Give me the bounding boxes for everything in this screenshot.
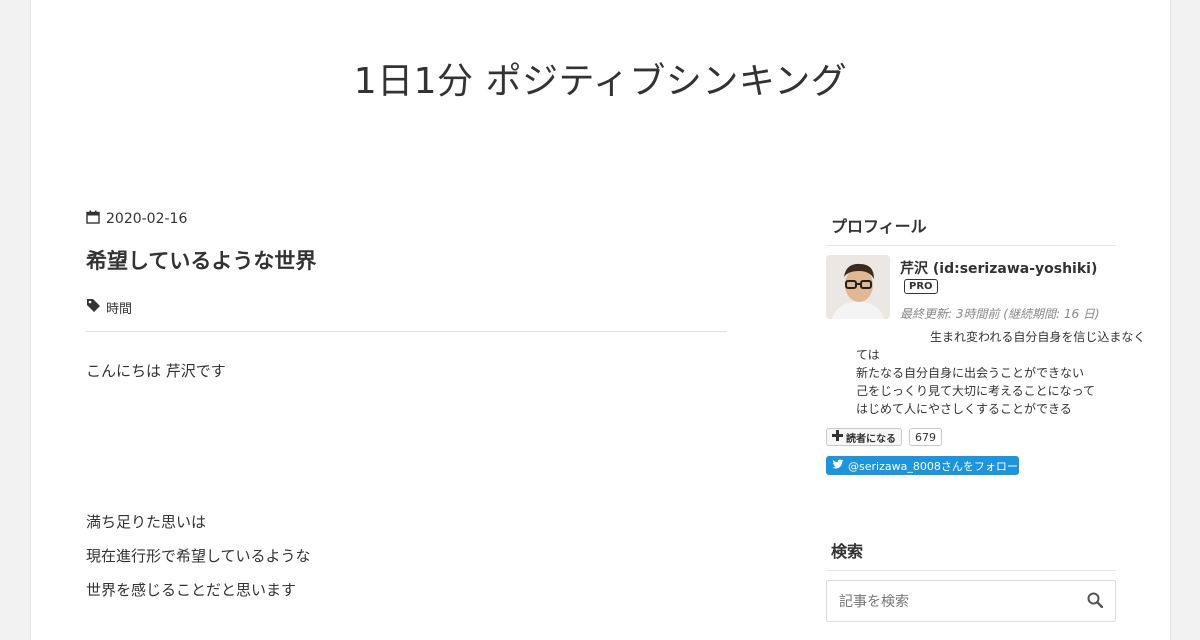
entry-title[interactable]: 希望しているような世界 — [86, 245, 316, 275]
entry-header-divider — [86, 331, 727, 332]
subscribe-button[interactable]: 読者になる — [826, 428, 902, 446]
profile-description-line: 生まれ変われる自分自身を信じ込まなく — [930, 330, 1146, 344]
calendar-icon — [86, 210, 100, 228]
subscriber-count: 679 — [909, 428, 942, 446]
entry-paragraph: 満ち足りた思いは — [86, 513, 207, 531]
entry-paragraph: 世界を感じることだと思います — [86, 581, 297, 599]
entry-paragraph: こんにちは 芹沢です — [86, 362, 226, 380]
last-updated: 最終更新: 3時間前 (継続期間: 16 日) — [900, 307, 1100, 321]
entry-categories: 時間 — [86, 298, 132, 317]
profile-description-line: ては — [856, 348, 880, 362]
twitter-follow-label: @serizawa_8008さんをフォロー — [848, 459, 1018, 473]
entry-date: 2020-02-16 — [86, 210, 187, 228]
search-form — [826, 580, 1116, 623]
page-frame: 1日1分 ポジティブシンキング 2020-02-16 希望しているような世界 時… — [30, 0, 1171, 640]
entry-paragraph: 現在進行形で希望しているような — [86, 547, 311, 565]
profile-description-line: 己をじっくり見て大切に考えることになって — [856, 384, 1096, 398]
avatar[interactable] — [826, 255, 890, 319]
profile-description-line: はじめて人にやさしくすることができる — [856, 402, 1072, 416]
entry-date-text[interactable]: 2020-02-16 — [106, 211, 187, 227]
profile-description-line: 新たなる自分自身に出会うことができない — [856, 366, 1085, 380]
search-icon[interactable] — [1087, 592, 1104, 612]
subscribe-label: 読者になる — [846, 433, 896, 445]
profile-name[interactable]: 芹沢 (id:serizawa-yoshiki) — [900, 258, 1097, 278]
profile-heading: プロフィール — [826, 213, 1116, 246]
category-link[interactable]: 時間 — [106, 298, 132, 317]
pro-badge[interactable]: PRO — [904, 279, 938, 294]
search-heading: 検索 — [826, 538, 1116, 571]
blog-title[interactable]: 1日1分 ポジティブシンキング — [31, 52, 1170, 104]
twitter-bird-icon — [832, 459, 844, 473]
search-input[interactable] — [837, 581, 1081, 623]
twitter-follow-button[interactable]: @serizawa_8008さんをフォロー — [826, 456, 1019, 475]
tag-icon — [86, 298, 101, 317]
plus-icon — [832, 430, 843, 444]
